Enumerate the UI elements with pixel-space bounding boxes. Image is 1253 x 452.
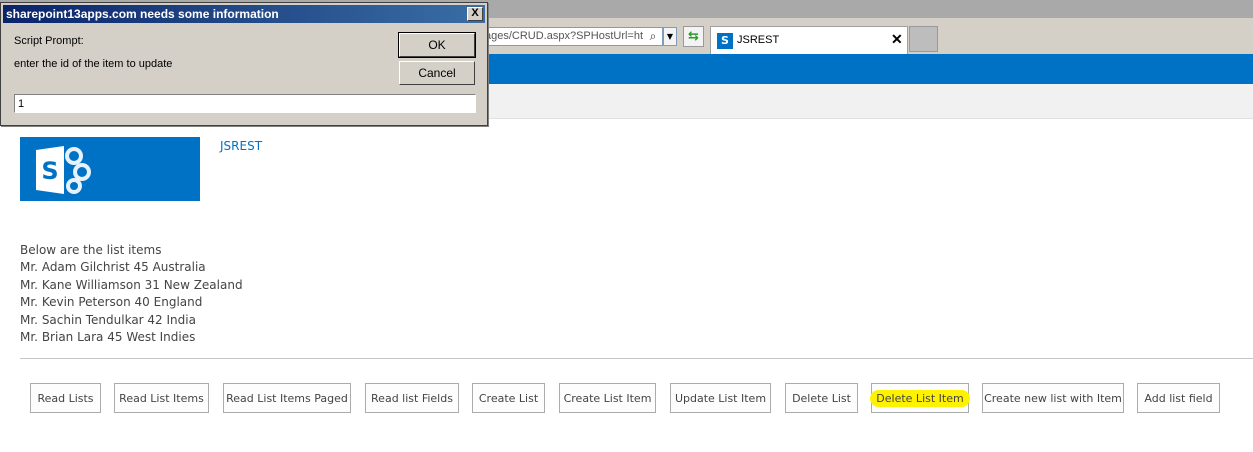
site-title-link[interactable]: JSREST	[220, 139, 262, 153]
sharepoint-favicon-icon: S	[717, 33, 733, 49]
delete-list-item-label: Delete List Item	[870, 389, 970, 407]
delete-list-item-button[interactable]: Delete List Item	[870, 383, 970, 413]
refresh-icon[interactable]: ⇆	[683, 26, 704, 47]
script-prompt-label: Script Prompt:	[14, 35, 84, 47]
add-list-field-button[interactable]: Add list field	[1137, 383, 1220, 413]
list-item: Mr. Kane Williamson 31 New Zealand	[20, 277, 243, 292]
create-list-button[interactable]: Create List	[472, 383, 545, 413]
read-list-fields-button[interactable]: Read list Fields	[365, 383, 459, 413]
address-dropdown-button[interactable]: ▼	[663, 27, 677, 46]
cancel-button[interactable]: Cancel	[399, 61, 475, 85]
create-list-item-button[interactable]: Create List Item	[559, 383, 656, 413]
tab-title: JSREST	[737, 34, 780, 46]
site-logo[interactable]: S	[20, 137, 200, 201]
list-item: Mr. Brian Lara 45 West Indies	[20, 330, 196, 345]
new-tab-button[interactable]	[909, 26, 938, 52]
prompt-message: enter the id of the item to update	[14, 58, 173, 70]
address-bar[interactable]: ages/CRUD.aspx?SPHostUrl=ht	[480, 27, 663, 46]
script-prompt-dialog: sharepoint13apps.com needs some informat…	[0, 2, 488, 126]
create-new-list-with-item-button[interactable]: Create new list with Item	[982, 383, 1124, 413]
delete-list-button[interactable]: Delete List	[785, 383, 858, 413]
read-list-items-button[interactable]: Read List Items	[114, 383, 209, 413]
read-lists-button[interactable]: Read Lists	[30, 383, 101, 413]
dialog-title: sharepoint13apps.com needs some informat…	[3, 5, 485, 23]
sharepoint-logo-icon: S	[36, 146, 91, 194]
read-list-items-paged-button[interactable]: Read List Items Paged	[223, 383, 351, 413]
prompt-input[interactable]	[14, 94, 476, 113]
tab-close-icon[interactable]: ✕	[891, 31, 903, 48]
search-icon[interactable]: ⌕	[645, 28, 661, 44]
content-divider	[20, 358, 1253, 359]
list-item: Mr. Kevin Peterson 40 England	[20, 295, 203, 310]
svg-text:S: S	[41, 157, 58, 185]
list-items-block: Below are the list items Mr. Adam Gilchr…	[20, 242, 243, 346]
list-heading: Below are the list items	[20, 243, 162, 257]
ok-button[interactable]: OK	[398, 32, 476, 58]
close-icon[interactable]: X	[467, 7, 483, 21]
browser-tab[interactable]: S JSREST ✕	[710, 26, 908, 54]
list-item: Mr. Adam Gilchrist 45 Australia	[20, 260, 206, 275]
list-item: Mr. Sachin Tendulkar 42 India	[20, 312, 196, 327]
update-list-item-button[interactable]: Update List Item	[670, 383, 771, 413]
